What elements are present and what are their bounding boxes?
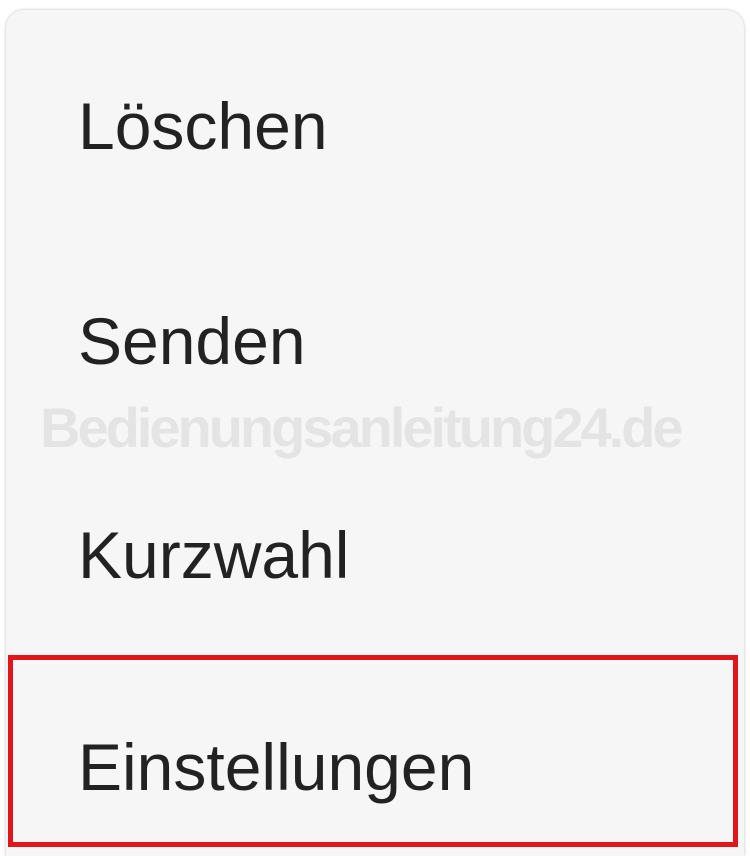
menu-item-label: Kurzwahl (78, 518, 350, 592)
menu-item-loeschen[interactable]: Löschen (6, 10, 744, 220)
menu-item-label: Löschen (78, 89, 328, 163)
menu-item-label: Senden (78, 304, 306, 378)
options-menu: Löschen Senden Kurzwahl Einstellungen (6, 10, 744, 856)
menu-item-label: Einstellungen (78, 730, 475, 804)
menu-item-senden[interactable]: Senden (6, 220, 744, 430)
menu-item-einstellungen[interactable]: Einstellungen (6, 646, 744, 856)
menu-item-kurzwahl[interactable]: Kurzwahl (6, 430, 744, 640)
